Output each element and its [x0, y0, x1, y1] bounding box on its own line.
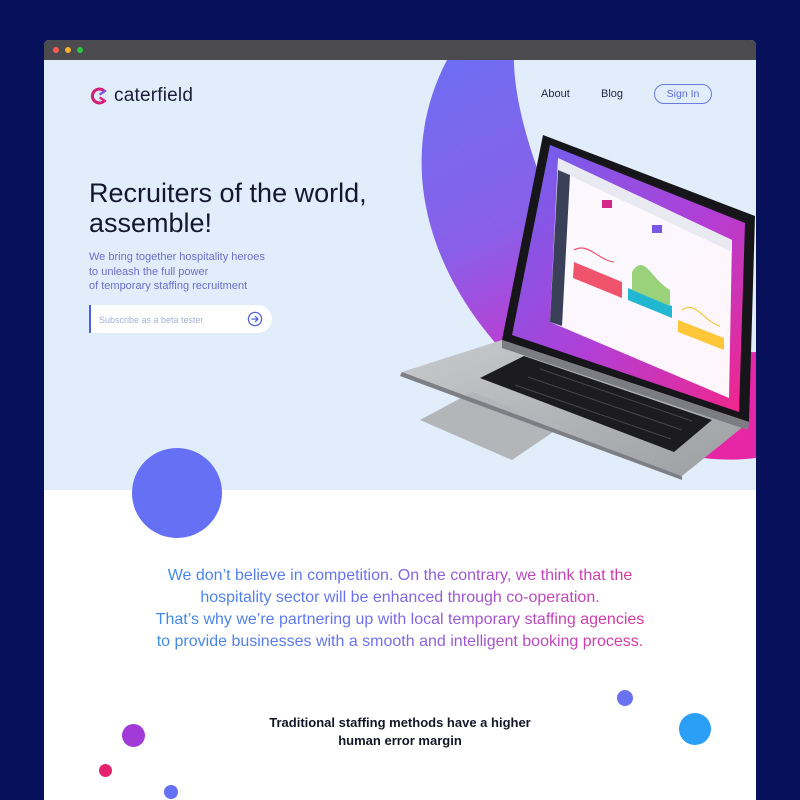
hero-description-line: to unleash the full power — [89, 265, 209, 278]
nav-blog-link[interactable]: Blog — [601, 88, 623, 100]
decorative-dot — [99, 764, 112, 777]
decorative-dot — [617, 690, 633, 706]
laptop-illustration — [400, 135, 755, 480]
hero-description-line: of temporary staffing recruitment — [89, 280, 248, 292]
nav-about-link[interactable]: About — [541, 88, 570, 100]
hero-description: We bring together hospitality heroes to … — [89, 250, 309, 294]
decorative-dot — [164, 785, 178, 799]
section-heading-line: Traditional staffing methods have a high… — [269, 715, 531, 730]
hero-description-line: We bring together hospitality heroes — [89, 251, 265, 263]
minimize-window-dot-icon[interactable] — [65, 47, 71, 53]
mission-line: to provide businesses with a smooth and … — [156, 633, 644, 650]
decorative-dot — [122, 724, 145, 747]
browser-title-bar — [44, 40, 756, 60]
mission-line: We don’t believe in competition. On the … — [167, 567, 633, 584]
hero-headline-line: assemble! — [89, 208, 213, 238]
hero-headline-line: Recruiters of the world, — [89, 178, 367, 208]
section-heading: Traditional staffing methods have a high… — [230, 714, 570, 750]
decorative-dot — [679, 713, 711, 745]
mission-line: That’s why we’re partnering up with loca… — [155, 611, 645, 628]
hero-section: caterfield About Blog Sign In Recruiters… — [44, 60, 756, 490]
section-heading-line: human error margin — [338, 733, 462, 748]
close-window-dot-icon[interactable] — [53, 47, 59, 53]
landing-page: caterfield About Blog Sign In Recruiters… — [44, 60, 756, 800]
mission-statement: We don’t believe in competition. On the … — [84, 565, 716, 653]
subscribe-email-input[interactable] — [97, 311, 241, 329]
subscribe-form — [89, 305, 272, 333]
brand-logo[interactable]: caterfield — [88, 84, 193, 108]
brand-name: caterfield — [114, 85, 194, 106]
maximize-window-dot-icon[interactable] — [77, 47, 83, 53]
sign-in-button[interactable]: Sign In — [654, 84, 712, 104]
decorative-circle — [132, 448, 222, 538]
browser-window: caterfield About Blog Sign In Recruiters… — [44, 40, 756, 800]
arrow-right-circle-icon[interactable] — [247, 311, 263, 327]
logo-mark-icon — [90, 87, 107, 105]
mission-line: hospitality sector will be enhanced thro… — [200, 589, 600, 606]
